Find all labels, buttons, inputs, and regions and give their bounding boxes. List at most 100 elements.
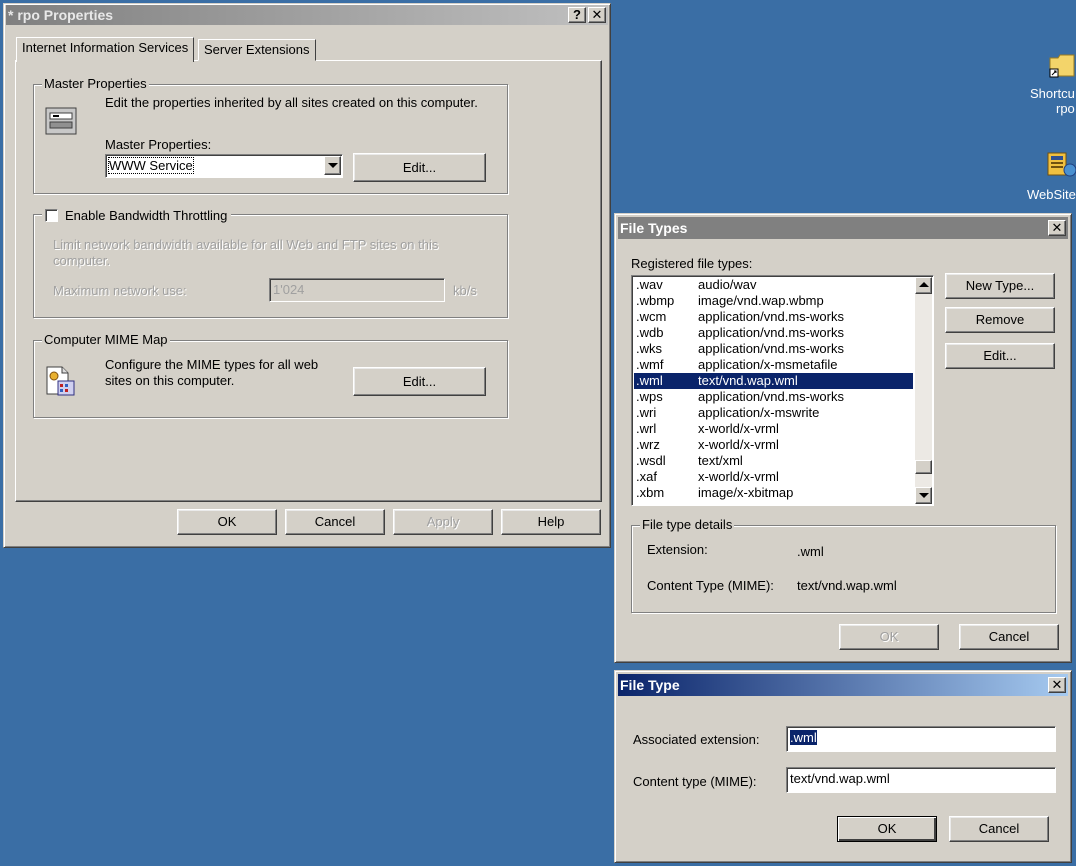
tab-server-extensions[interactable]: Server Extensions bbox=[198, 39, 316, 61]
file-extension: .wsdl bbox=[636, 453, 666, 468]
list-item[interactable]: .xaf x-world/x-vrml bbox=[634, 469, 913, 485]
cancel-button[interactable]: Cancel bbox=[959, 624, 1059, 650]
file-extension: .wmf bbox=[636, 357, 664, 372]
ok-button[interactable]: OK bbox=[839, 624, 939, 650]
file-extension: .xbm bbox=[636, 485, 665, 500]
mime-type: image/vnd.wap.wbmp bbox=[698, 293, 824, 308]
list-item[interactable]: .xbm image/x-xbitmap bbox=[634, 485, 913, 501]
chevron-down-icon bbox=[919, 493, 929, 498]
mime-type: image/x-xbitmap bbox=[698, 485, 794, 500]
help-title-button[interactable]: ? bbox=[568, 7, 586, 23]
list-item[interactable]: .wcm application/vnd.ms-works bbox=[634, 309, 913, 325]
registered-types-label: Registered file types: bbox=[631, 256, 753, 271]
file-extension: .wbmp bbox=[636, 293, 675, 308]
list-item[interactable]: .wri application/x-mswrite bbox=[634, 405, 913, 421]
edit-button[interactable]: Edit... bbox=[945, 343, 1055, 369]
properties-titlebar[interactable]: * rpo Properties ? ✕ bbox=[6, 5, 608, 25]
file-types-list[interactable]: .wav audio/wav .wbmp image/vnd.wap.wbmp .wcm… bbox=[631, 275, 934, 506]
scroll-down-button[interactable] bbox=[915, 487, 932, 504]
scroll-thumb[interactable] bbox=[915, 460, 932, 474]
mime-type: application/vnd.ms-works bbox=[698, 341, 844, 356]
list-item[interactable]: .wdb application/vnd.ms-works bbox=[634, 325, 913, 341]
file-types-window: File Types ✕ Registered file types: .wav… bbox=[614, 213, 1072, 663]
list-item[interactable]: .wrl x-world/x-vrml bbox=[634, 421, 913, 437]
file-extension: .wml bbox=[636, 373, 663, 388]
window-title: * rpo Properties bbox=[8, 7, 114, 23]
mime-edit-button[interactable]: Edit... bbox=[353, 367, 486, 396]
properties-window: * rpo Properties ? ✕ Internet Informatio… bbox=[3, 3, 611, 548]
close-title-button[interactable]: ✕ bbox=[1048, 220, 1066, 236]
file-extension: .xaf bbox=[636, 469, 657, 484]
list-item[interactable]: .wps application/vnd.ms-works bbox=[634, 389, 913, 405]
list-item[interactable]: .wbmp image/vnd.wap.wbmp bbox=[634, 293, 913, 309]
window-title: File Type bbox=[620, 677, 680, 693]
file-type-titlebar[interactable]: File Type ✕ bbox=[618, 674, 1068, 696]
content-type-value: text/vnd.wap.wml bbox=[797, 578, 897, 593]
master-edit-button[interactable]: Edit... bbox=[353, 153, 486, 182]
dropdown-button[interactable] bbox=[324, 156, 341, 175]
new-type-button[interactable]: New Type... bbox=[945, 273, 1055, 299]
mime-type: application/vnd.ms-works bbox=[698, 309, 844, 324]
apply-button[interactable]: Apply bbox=[393, 509, 493, 535]
associated-extension-input[interactable]: .wml bbox=[786, 726, 1056, 752]
bandwidth-checkbox[interactable] bbox=[45, 209, 58, 222]
bandwidth-checkbox-row[interactable]: Enable Bandwidth Throttling bbox=[42, 206, 232, 224]
scroll-up-button[interactable] bbox=[915, 277, 932, 294]
close-title-button[interactable]: ✕ bbox=[1048, 677, 1066, 693]
list-item[interactable]: .wrz x-world/x-vrml bbox=[634, 437, 913, 453]
desktop-icon-label[interactable]: Shortcu rpo bbox=[1030, 86, 1076, 116]
file-type-window: File Type ✕ Associated extension: .wml C… bbox=[614, 670, 1072, 863]
content-type-input[interactable]: text/vnd.wap.wml bbox=[786, 767, 1056, 793]
group-label: Master Properties bbox=[42, 76, 149, 91]
master-description: Edit the properties inherited by all sit… bbox=[105, 95, 478, 110]
server-icon bbox=[44, 104, 78, 138]
mime-type: application/vnd.ms-works bbox=[698, 389, 844, 404]
chevron-up-icon bbox=[919, 282, 929, 287]
mime-type: audio/wav bbox=[698, 277, 757, 292]
file-extension: .wrz bbox=[636, 437, 660, 452]
associated-extension-label: Associated extension: bbox=[633, 732, 760, 747]
chevron-down-icon bbox=[328, 163, 338, 168]
master-properties-select[interactable]: WWW Service bbox=[105, 154, 343, 178]
bandwidth-description-line1: Limit network bandwidth available for al… bbox=[53, 237, 439, 252]
list-item[interactable]: .wml text/vnd.wap.wml bbox=[634, 373, 913, 389]
ok-button[interactable]: OK bbox=[177, 509, 277, 535]
close-title-button[interactable]: ✕ bbox=[588, 7, 606, 23]
list-item[interactable]: .wsdl text/xml bbox=[634, 453, 913, 469]
help-button[interactable]: Help bbox=[501, 509, 601, 535]
selected-text: .wml bbox=[790, 730, 817, 745]
mime-type: application/x-mswrite bbox=[698, 405, 820, 420]
scrollbar[interactable] bbox=[915, 277, 932, 504]
file-type-details-group: File type details bbox=[631, 517, 1056, 613]
file-extension: .wcm bbox=[636, 309, 667, 324]
master-field-label: Master Properties: bbox=[105, 137, 212, 152]
mime-description-line1: Configure the MIME types for all web bbox=[105, 357, 319, 372]
mime-description-line2: sites on this computer. bbox=[105, 373, 235, 388]
max-network-label: Maximum network use: bbox=[53, 283, 187, 298]
cancel-button[interactable]: Cancel bbox=[949, 816, 1049, 842]
file-extension: .wav bbox=[636, 277, 663, 292]
file-extension: .wks bbox=[636, 341, 662, 356]
file-extension: .wrl bbox=[636, 421, 657, 436]
tab-internet-information-services[interactable]: Internet Information Services bbox=[16, 37, 195, 62]
folder-shortcut-icon[interactable] bbox=[1048, 50, 1076, 80]
max-network-input[interactable]: 1'024 bbox=[269, 278, 445, 302]
mime-type: text/xml bbox=[698, 453, 743, 468]
remove-button[interactable]: Remove bbox=[945, 307, 1055, 333]
file-extension: .wps bbox=[636, 389, 663, 404]
content-type-label: Content type (MIME): bbox=[633, 774, 757, 789]
file-types-titlebar[interactable]: File Types ✕ bbox=[618, 217, 1068, 239]
mime-type: x-world/x-vrml bbox=[698, 437, 779, 452]
unit-label: kb/s bbox=[453, 283, 477, 298]
website-icon[interactable] bbox=[1046, 150, 1076, 180]
bandwidth-description-line2: computer. bbox=[53, 253, 111, 268]
group-label: Computer MIME Map bbox=[42, 332, 170, 347]
desktop-icon-label[interactable]: WebSite bbox=[1027, 187, 1076, 202]
ok-button[interactable]: OK bbox=[837, 816, 937, 842]
list-item[interactable]: .wav audio/wav bbox=[634, 277, 913, 293]
extension-value: .wml bbox=[797, 544, 824, 559]
list-item[interactable]: .wmf application/x-msmetafile bbox=[634, 357, 913, 373]
cancel-button[interactable]: Cancel bbox=[285, 509, 385, 535]
list-item[interactable]: .wks application/vnd.ms-works bbox=[634, 341, 913, 357]
mime-type: text/vnd.wap.wml bbox=[698, 373, 798, 388]
